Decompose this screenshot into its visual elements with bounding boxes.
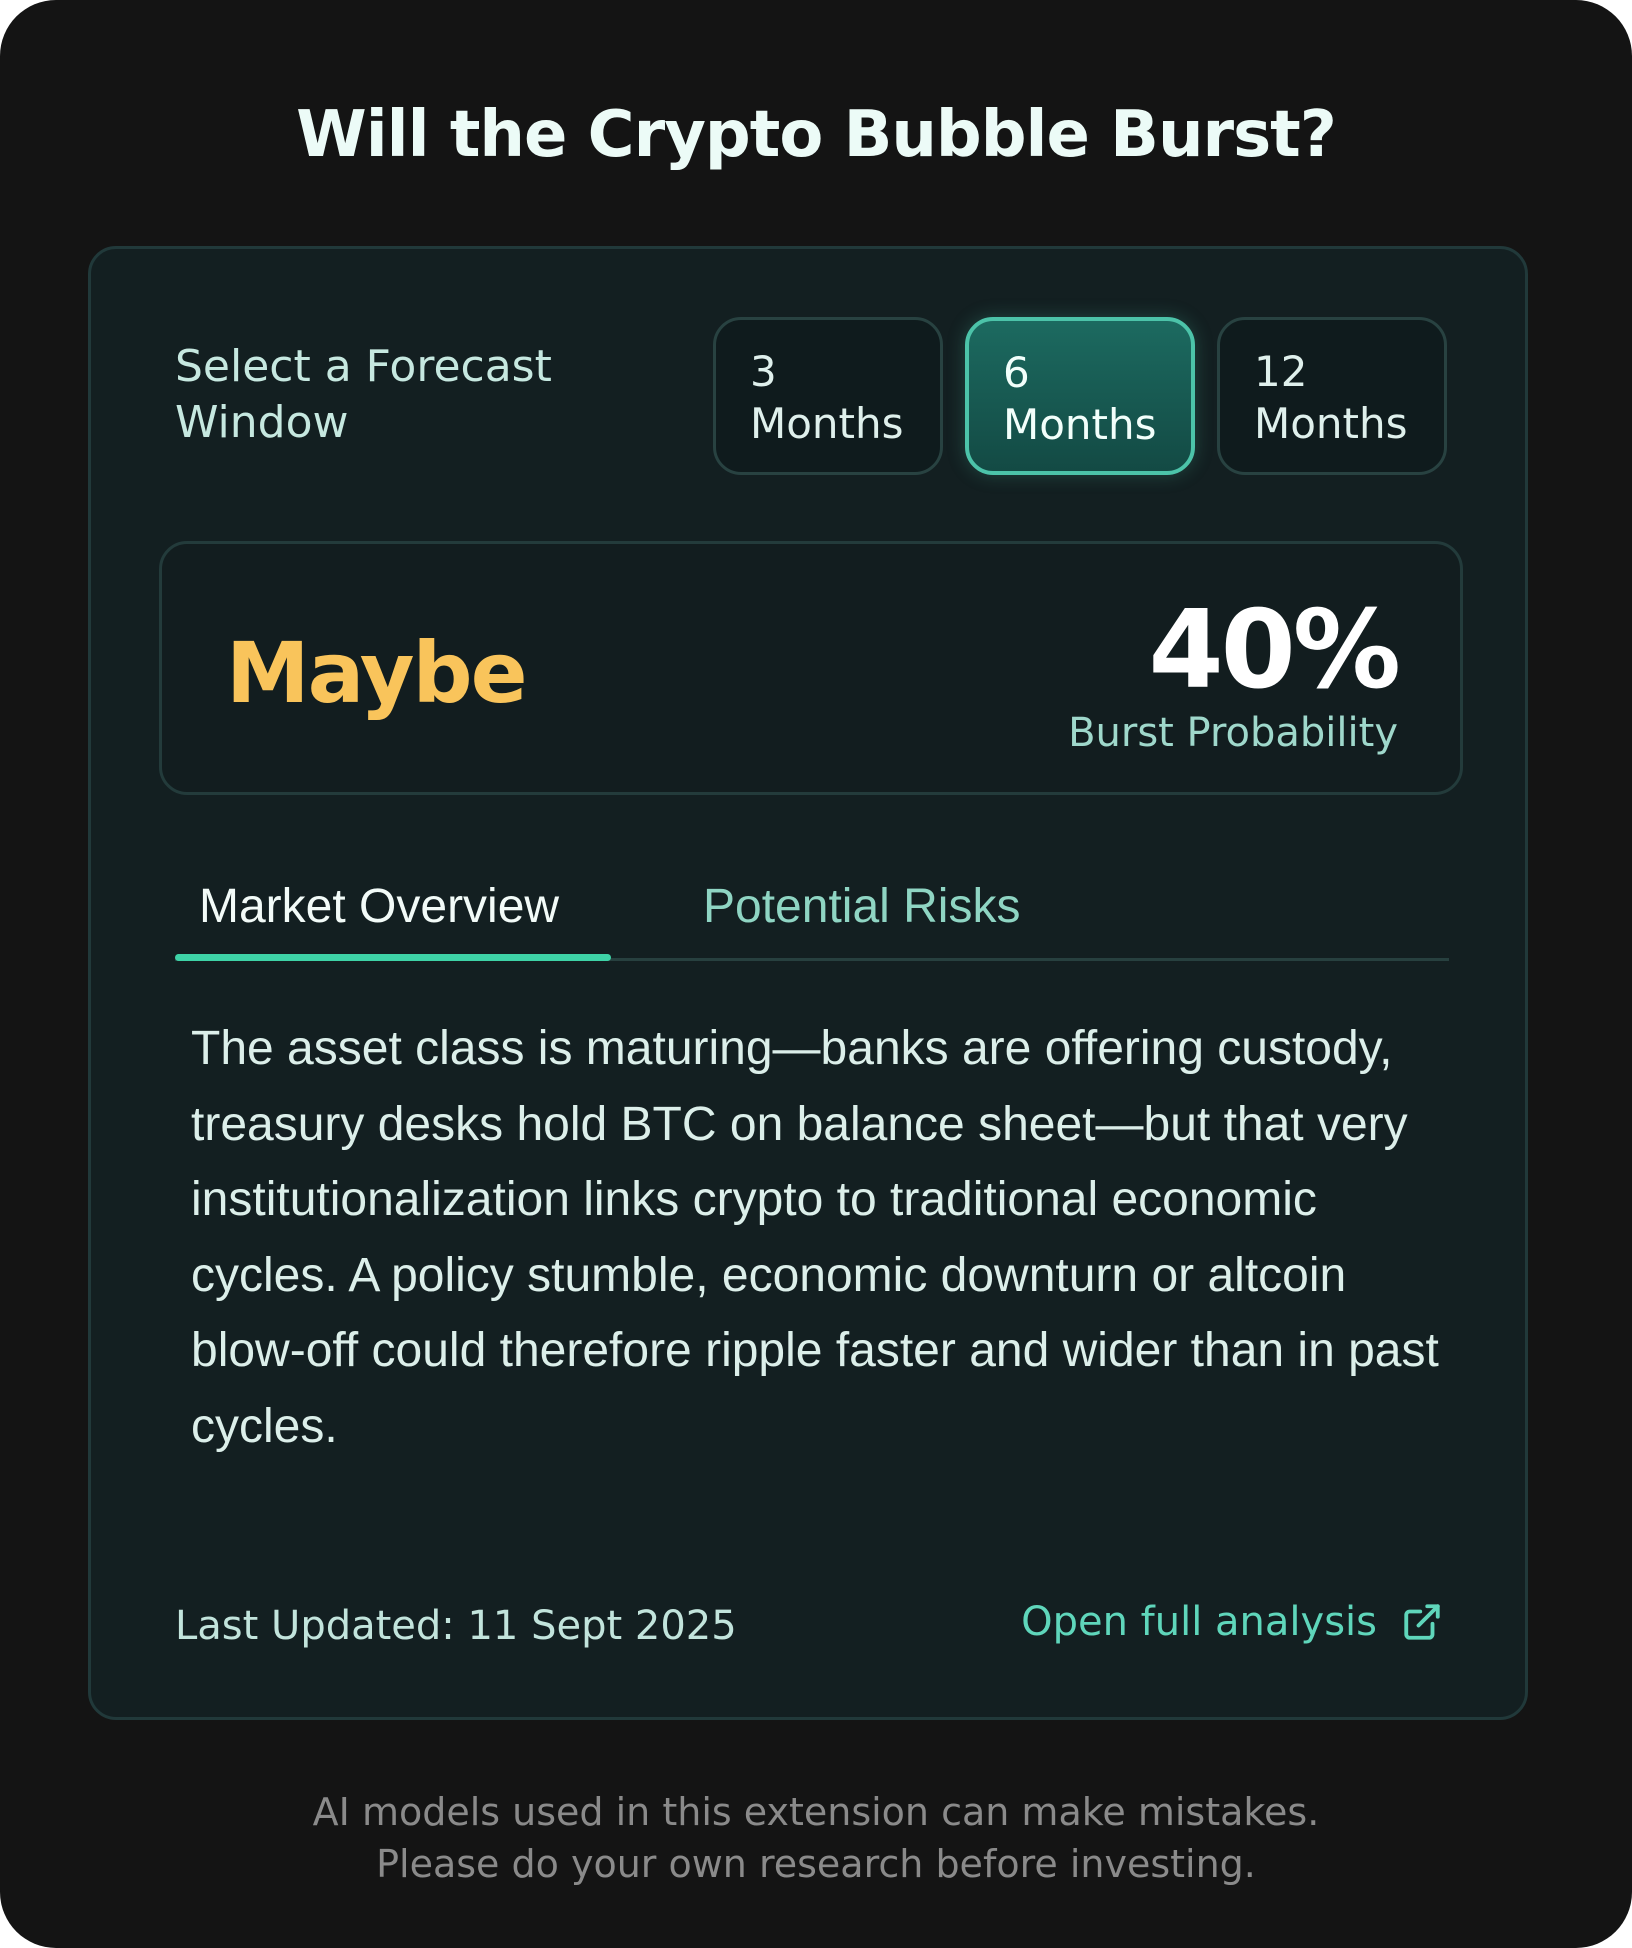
open-full-analysis-link[interactable]: Open full analysis — [1021, 1599, 1443, 1645]
forecast-button-number: 3 — [750, 347, 777, 396]
probability-value: 40% — [1148, 588, 1401, 713]
open-full-analysis-label: Open full analysis — [1021, 1599, 1377, 1645]
tab-market-overview[interactable]: Market Overview — [199, 879, 559, 934]
forecast-button-number: 6 — [1003, 348, 1030, 397]
overview-text: The asset class is maturing—banks are of… — [191, 1022, 1439, 1453]
forecast-button-unit: Months — [750, 399, 904, 448]
page-title: Will the Crypto Bubble Burst? — [296, 98, 1337, 172]
forecast-button-number: 12 — [1254, 347, 1308, 396]
forecast-card: Select a Forecast Window 3 Months 6 Mont… — [88, 246, 1528, 1720]
extension-popup: Will the Crypto Bubble Burst? Select a F… — [0, 0, 1632, 1948]
forecast-6-months-button[interactable]: 6 Months — [965, 317, 1195, 475]
ai-disclaimer: AI models used in this extension can mak… — [0, 1786, 1632, 1890]
forecast-3-months-button[interactable]: 3 Months — [713, 317, 943, 475]
probability-label: Burst Probability — [1068, 710, 1398, 756]
forecast-button-unit: Months — [1003, 400, 1157, 449]
tab-potential-risks[interactable]: Potential Risks — [703, 879, 1020, 934]
disclaimer-line-2: Please do your own research before inves… — [376, 1842, 1256, 1886]
last-updated-text: Last Updated: 11 Sept 2025 — [175, 1603, 737, 1649]
forecast-button-unit: Months — [1254, 399, 1408, 448]
result-panel: Maybe 40% Burst Probability — [159, 541, 1463, 795]
external-link-icon — [1401, 1601, 1443, 1643]
forecast-12-months-button[interactable]: 12 Months — [1217, 317, 1447, 475]
tab-bar: Market Overview Potential Risks — [175, 853, 1449, 961]
active-tab-indicator — [175, 954, 611, 961]
forecast-window-label: Select a Forecast Window — [175, 341, 552, 448]
verdict-label: Maybe — [226, 624, 528, 722]
disclaimer-line-1: AI models used in this extension can mak… — [312, 1790, 1320, 1834]
